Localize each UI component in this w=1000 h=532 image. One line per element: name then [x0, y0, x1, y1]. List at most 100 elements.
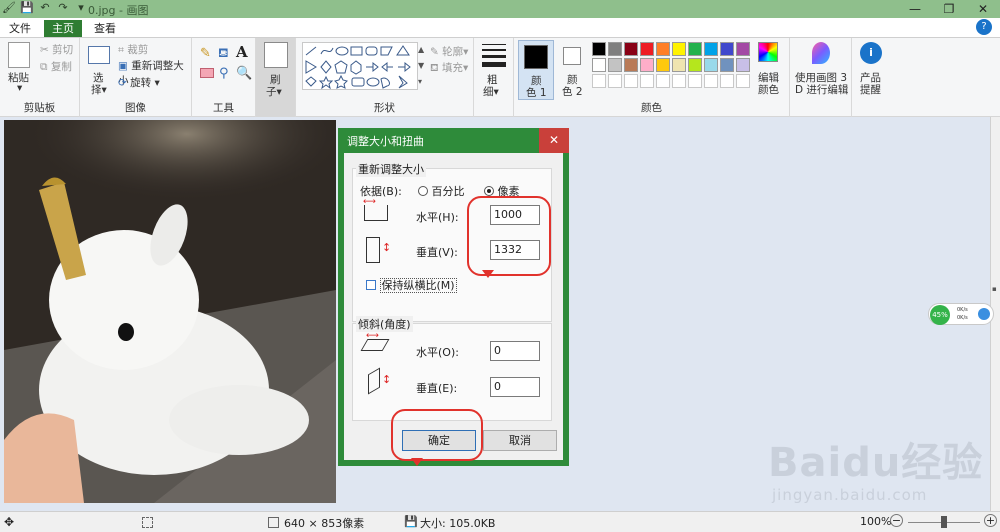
palette-swatch[interactable] — [720, 42, 734, 56]
fill-label: 填充 — [441, 62, 463, 74]
percent-radio[interactable]: 百分比 — [418, 183, 465, 199]
resize-legend: 重新调整大小 — [356, 161, 426, 177]
size-button[interactable]: 粗 细▾ — [474, 38, 514, 117]
palette-swatch[interactable] — [688, 42, 702, 56]
scroll-thumb[interactable]: ▪ — [992, 285, 999, 293]
rotate-label: 旋转 — [130, 77, 152, 89]
palette-swatch[interactable] — [688, 58, 702, 72]
palette-swatch[interactable] — [672, 58, 686, 72]
palette-swatch[interactable] — [656, 42, 670, 56]
palette-swatch[interactable] — [704, 42, 718, 56]
color1-button[interactable]: 颜 色 1 — [518, 40, 554, 100]
outline-button[interactable]: ✎ 轮廓▾ — [430, 44, 468, 59]
maximize-button[interactable]: ❐ — [932, 0, 966, 18]
palette-swatch[interactable] — [608, 42, 622, 56]
edit-colors-label-b[interactable]: 颜色 — [758, 82, 779, 97]
palette-swatch[interactable] — [656, 58, 670, 72]
eraser-icon[interactable] — [200, 68, 214, 78]
image-size-icon — [268, 517, 279, 528]
cut-button[interactable]: ✂ 剪切 — [40, 42, 73, 57]
copy-label: 复制 — [50, 61, 72, 73]
custom-color-slot[interactable] — [656, 74, 670, 88]
fill-button[interactable]: ⛾ 填充▾ — [430, 60, 468, 76]
palette-swatch[interactable] — [672, 42, 686, 56]
clipboard-group-label: 剪贴板 — [23, 102, 56, 114]
shapes-gallery[interactable] — [302, 42, 418, 90]
close-button[interactable]: ✕ — [966, 0, 1000, 18]
annotation-ring-size-tail — [482, 270, 494, 278]
keep-ratio-checkbox[interactable]: 保持纵横比(M) — [366, 277, 457, 293]
select-button-line2[interactable]: 择▾ — [91, 82, 107, 97]
custom-color-slot[interactable] — [688, 74, 702, 88]
palette-swatch[interactable] — [720, 58, 734, 72]
custom-color-slot[interactable] — [640, 74, 654, 88]
cursor-position-icon: ✥ — [4, 515, 15, 529]
custom-color-slot[interactable] — [704, 74, 718, 88]
palette-swatch[interactable] — [592, 58, 606, 72]
cancel-button[interactable]: 取消 — [483, 430, 557, 451]
fill-bucket-icon[interactable]: ⛾ — [218, 46, 229, 63]
product-alert-button[interactable]: i 产品 提醒 — [852, 38, 892, 117]
custom-color-slot[interactable] — [720, 74, 734, 88]
zoom-out-button[interactable]: − — [890, 514, 903, 527]
custom-color-slot[interactable] — [592, 74, 606, 88]
palette-swatch[interactable] — [736, 58, 750, 72]
copy-icon: ⧉ — [40, 61, 48, 73]
palette-swatch[interactable] — [624, 58, 638, 72]
horizontal-resize-icon — [364, 205, 388, 221]
crop-icon: ⌗ — [118, 44, 124, 56]
palette-swatch[interactable] — [640, 42, 654, 56]
text-icon[interactable]: A — [236, 43, 248, 61]
color-picker-icon[interactable]: ⚲ — [219, 66, 229, 81]
skew-fieldset — [352, 323, 552, 421]
palette-swatch[interactable] — [592, 42, 606, 56]
shapes-scroll[interactable]: ▲ ▼ ▾ — [418, 42, 426, 90]
help-icon[interactable]: ? — [976, 19, 992, 35]
palette-swatch[interactable] — [640, 58, 654, 72]
copy-button[interactable]: ⧉ 复制 — [40, 59, 72, 74]
custom-color-slot[interactable] — [624, 74, 638, 88]
annotation-ring-ok — [391, 409, 483, 461]
redo-icon[interactable]: ↷ — [56, 1, 70, 15]
customize-qat-icon[interactable]: ▾ — [74, 1, 88, 15]
skew-h-input[interactable]: 0 — [490, 341, 540, 361]
percent-label: 百分比 — [431, 185, 465, 198]
watermark-url: jingyan.baidu.com — [772, 486, 928, 504]
crop-button[interactable]: ⌗ 裁剪 — [118, 42, 148, 57]
palette-swatch[interactable] — [608, 58, 622, 72]
custom-color-slot[interactable] — [736, 74, 750, 88]
tab-file[interactable]: 文件 — [0, 20, 40, 37]
palette-swatch[interactable] — [624, 42, 638, 56]
undo-icon[interactable]: ↶ — [38, 1, 52, 15]
pencil-icon[interactable]: ✎ — [200, 46, 211, 61]
custom-color-slot[interactable] — [672, 74, 686, 88]
ribbon: 粘贴 ▾ ✂ 剪切 ⧉ 复制 剪贴板 选 择▾ ⌗ 裁剪 ▣ 重新调整大小 ⟳ … — [0, 38, 1000, 117]
zoom-in-button[interactable]: + — [984, 514, 997, 527]
baidu-watermark: Baidu经验 jingyan.baidu.com — [760, 420, 1000, 510]
tab-home[interactable]: 主页 — [44, 20, 82, 37]
minimize-button[interactable]: — — [898, 0, 932, 18]
save-icon[interactable]: 💾 — [20, 1, 34, 15]
rotate-button[interactable]: ⟳ 旋转 ▾ — [118, 75, 160, 90]
palette-swatch[interactable] — [704, 58, 718, 72]
magnifier-icon[interactable]: 🔍 — [236, 66, 252, 81]
dialog-close-button[interactable]: ✕ — [539, 128, 569, 153]
skew-v-input[interactable]: 0 — [490, 377, 540, 397]
palette-swatch[interactable] — [736, 42, 750, 56]
color2-button[interactable]: 颜 色 2 — [556, 40, 590, 100]
color2-swatch — [563, 47, 581, 65]
paint3d-button[interactable]: 使用画图 3 D 进行编辑 — [790, 38, 852, 117]
network-speed-widget[interactable]: 45% 0K/s 0K/s — [928, 303, 994, 325]
canvas-image[interactable] — [4, 120, 336, 503]
color1-label-b: 色 1 — [526, 87, 547, 99]
skew-h-label: 水平(O): — [416, 346, 459, 359]
paste-dropdown-icon[interactable]: ▾ — [17, 82, 22, 94]
custom-color-slot[interactable] — [608, 74, 622, 88]
keep-ratio-box — [366, 280, 376, 290]
file-size: 大小: 105.0KB — [420, 517, 496, 530]
select-label2: 择 — [91, 84, 102, 96]
zoom-slider-thumb[interactable] — [941, 516, 947, 528]
image-group: 选 择▾ ⌗ 裁剪 ▣ 重新调整大小 ⟳ 旋转 ▾ 图像 — [80, 38, 192, 117]
tab-view[interactable]: 查看 — [88, 20, 122, 37]
brushes-button[interactable]: 刷 子▾ — [256, 38, 296, 117]
